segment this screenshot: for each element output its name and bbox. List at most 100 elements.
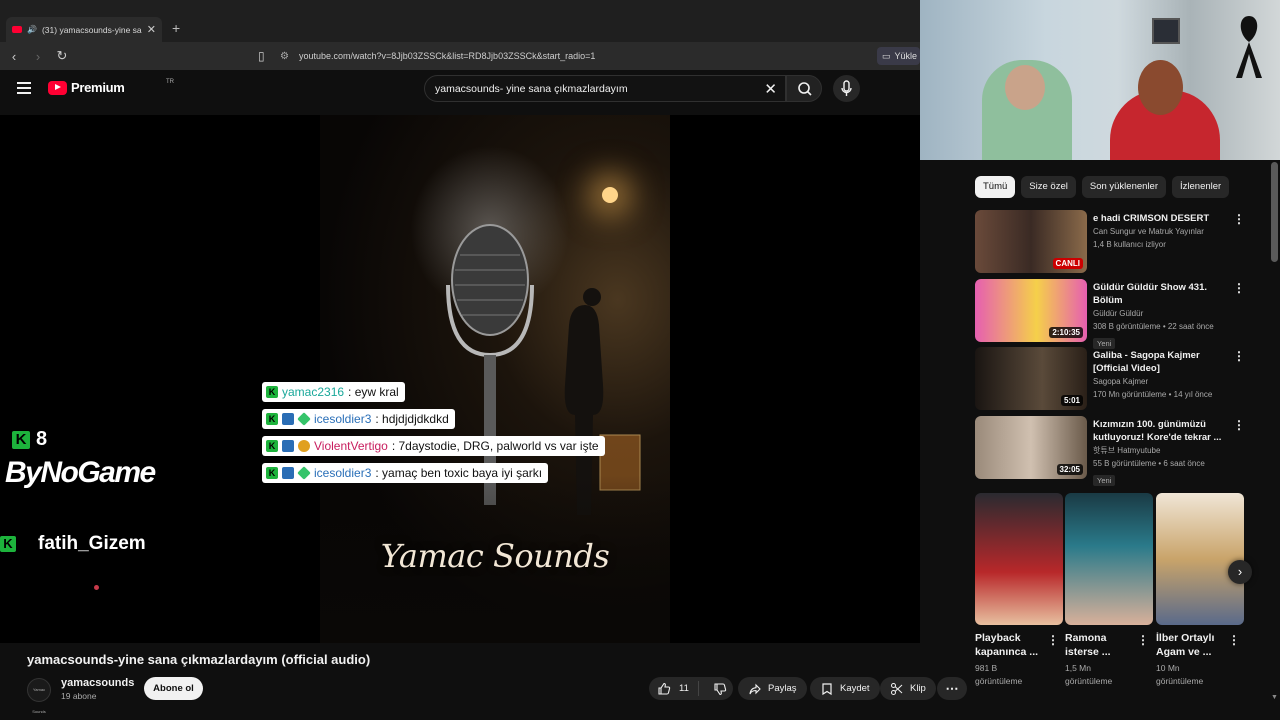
- kick-badge-icon: K: [266, 467, 278, 479]
- clear-search-icon[interactable]: ✕: [764, 80, 777, 98]
- youtube-favicon-icon: [12, 26, 22, 33]
- short-title[interactable]: İlber Ortaylı Agam ve ...: [1156, 631, 1226, 659]
- chat-username: icesoldier3: [314, 412, 372, 426]
- video-thumbnail[interactable]: CANLI: [975, 210, 1087, 273]
- chip-for-you[interactable]: Size özel: [1021, 176, 1076, 198]
- chat-message: K ViolentVertigo : 7daystodie, DRG, palw…: [262, 436, 605, 456]
- sidebar-scrollbar[interactable]: [1271, 162, 1278, 262]
- channel-name[interactable]: Can Sungur ve Matruk Yayınlar: [1093, 225, 1233, 238]
- video-thumbnail[interactable]: 2:10:35: [975, 279, 1087, 342]
- browser-tab[interactable]: 🔊 (31) yamacsounds-yine sana ✕: [6, 17, 162, 42]
- video-info: Galiba - Sagopa Kajmer [Official Video] …: [1093, 349, 1233, 401]
- chevron-right-icon[interactable]: ›: [1228, 560, 1252, 584]
- short-item[interactable]: İlber Ortaylı Agam ve ... 10 Mn görüntül…: [1156, 493, 1244, 688]
- more-vertical-icon[interactable]: ⋮: [1233, 349, 1245, 363]
- search-icon: [798, 82, 812, 96]
- bookmark-icon[interactable]: ▯: [258, 49, 265, 63]
- share-button[interactable]: Paylaş: [738, 677, 807, 700]
- more-vertical-icon[interactable]: ⋮: [1233, 281, 1245, 295]
- channel-avatar[interactable]: Yamac Sounds: [27, 678, 51, 714]
- share-icon: [749, 683, 761, 694]
- black-ribbon-icon: [1236, 16, 1262, 78]
- install-button[interactable]: ▭ Yükle: [877, 47, 920, 65]
- scissors-icon: [891, 682, 903, 695]
- forward-icon[interactable]: ›: [28, 49, 48, 64]
- site-info-icon[interactable]: ⚙: [280, 51, 289, 62]
- search-input[interactable]: yamacsounds- yine sana çıkmazlardayım ✕: [424, 75, 786, 102]
- kick-badge-icon: K: [266, 386, 278, 398]
- more-actions-button[interactable]: ⋯: [937, 677, 967, 700]
- kick-logo-icon: K: [12, 430, 30, 449]
- microphone-icon: [841, 80, 852, 96]
- chat-username: yamac2316: [282, 385, 345, 399]
- subscriber-badge-icon: [282, 467, 294, 479]
- recommended-video[interactable]: 32:05 Kızımızın 100. günümüzü kutluyoruz…: [975, 416, 1255, 486]
- short-thumbnail[interactable]: [975, 493, 1063, 625]
- artwork-brand-text: Yamac Sounds: [380, 537, 610, 575]
- chip-recently-uploaded[interactable]: Son yüklenenler: [1081, 176, 1166, 198]
- video-title[interactable]: Güldür Güldür Show 431. Bölüm: [1093, 281, 1233, 307]
- live-badge: CANLI: [1052, 258, 1083, 269]
- short-thumbnail[interactable]: [1156, 493, 1244, 625]
- video-title[interactable]: e hadi CRIMSON DESERT: [1093, 212, 1233, 225]
- recommended-video[interactable]: CANLI e hadi CRIMSON DESERT Can Sungur v…: [975, 210, 1255, 274]
- video-thumbnail[interactable]: 32:05: [975, 416, 1087, 479]
- youtube-play-icon: [48, 80, 67, 95]
- save-label: Kaydet: [840, 683, 870, 694]
- video-thumbnail[interactable]: 5:01: [975, 347, 1087, 410]
- short-item[interactable]: Playback kapanınca ... 981 B görüntüleme…: [975, 493, 1063, 688]
- short-title[interactable]: Ramona isterse ...: [1065, 631, 1135, 659]
- close-tab-icon[interactable]: ✕: [147, 23, 156, 36]
- thumbs-up-icon: [658, 682, 671, 695]
- viewer-count: K 8: [12, 428, 47, 451]
- channel-name[interactable]: yamacsounds: [61, 677, 134, 689]
- save-button[interactable]: Kaydet: [810, 677, 880, 700]
- chip-watched[interactable]: İzlenenler: [1172, 176, 1230, 198]
- more-vertical-icon[interactable]: ⋮: [1047, 633, 1059, 647]
- short-title[interactable]: Playback kapanınca ...: [975, 631, 1045, 659]
- chat-text: : hdjdjdjdkdkd: [375, 412, 449, 426]
- chip-all[interactable]: Tümü: [975, 176, 1016, 198]
- thumbs-down-icon: [714, 682, 727, 695]
- channel-name[interactable]: 핫튜브 Hatmyutube: [1093, 444, 1233, 457]
- channel-name[interactable]: Güldür Güldür: [1093, 307, 1233, 320]
- video-title[interactable]: Galiba - Sagopa Kajmer [Official Video]: [1093, 349, 1233, 375]
- chat-text: : 7daystodie, DRG, palworld vs var işte: [391, 439, 599, 453]
- subscriber-badge-icon: [282, 440, 294, 452]
- address-bar[interactable]: ⚙ youtube.com/watch?v=8Jjb03ZSSCk&list=R…: [280, 46, 870, 66]
- recommended-video[interactable]: 2:10:35 Güldür Güldür Show 431. Bölüm Gü…: [975, 279, 1255, 349]
- chat-message: K icesoldier3 : yamaç ben toxic baya iyi…: [262, 463, 549, 483]
- person-left-head: [1005, 65, 1045, 110]
- video-info: Kızımızın 100. günümüzü kutluyoruz! Kore…: [1093, 418, 1233, 488]
- tab-title: (31) yamacsounds-yine sana: [41, 24, 142, 35]
- clip-button[interactable]: Klip: [880, 677, 936, 700]
- like-button[interactable]: 11: [649, 681, 699, 696]
- chat-message: K icesoldier3 : hdjdjdjdkdkd: [262, 409, 455, 429]
- short-item[interactable]: Ramona isterse ... 1,5 Mn görüntüleme ⋮: [1065, 493, 1153, 688]
- channel-name[interactable]: Sagopa Kajmer: [1093, 375, 1233, 388]
- dislike-button[interactable]: [705, 682, 727, 696]
- more-vertical-icon[interactable]: ⋮: [1233, 418, 1245, 432]
- short-views: 981 B görüntüleme: [975, 663, 1023, 686]
- kick-logo-icon: K: [0, 536, 16, 552]
- voice-search-button[interactable]: [833, 75, 860, 102]
- scroll-down-icon[interactable]: ▼: [1271, 694, 1278, 701]
- filter-chips: Tümü Size özel Son yüklenenler İzlenenle…: [975, 176, 1230, 198]
- back-icon[interactable]: ‹: [4, 49, 24, 64]
- new-tab-icon[interactable]: +: [172, 20, 180, 36]
- reload-icon[interactable]: ↻: [52, 48, 72, 64]
- video-title[interactable]: Kızımızın 100. günümüzü kutluyoruz! Kore…: [1093, 418, 1233, 444]
- streamer-name: ByNoGame: [5, 456, 156, 489]
- subscribe-button[interactable]: Abone ol: [144, 677, 203, 700]
- search-button[interactable]: [786, 75, 822, 102]
- duration-badge: 32:05: [1056, 464, 1083, 475]
- short-thumbnail[interactable]: [1065, 493, 1153, 625]
- more-vertical-icon[interactable]: ⋮: [1233, 212, 1245, 226]
- album-artwork: Yamac Sounds: [320, 115, 670, 643]
- subscriber-count: 19 abone: [61, 691, 97, 701]
- menu-icon[interactable]: [17, 82, 31, 94]
- more-vertical-icon[interactable]: ⋮: [1228, 633, 1240, 647]
- youtube-logo[interactable]: Premium TR: [48, 79, 174, 95]
- recommended-video[interactable]: 5:01 Galiba - Sagopa Kajmer [Official Vi…: [975, 347, 1255, 411]
- more-vertical-icon[interactable]: ⋮: [1137, 633, 1149, 647]
